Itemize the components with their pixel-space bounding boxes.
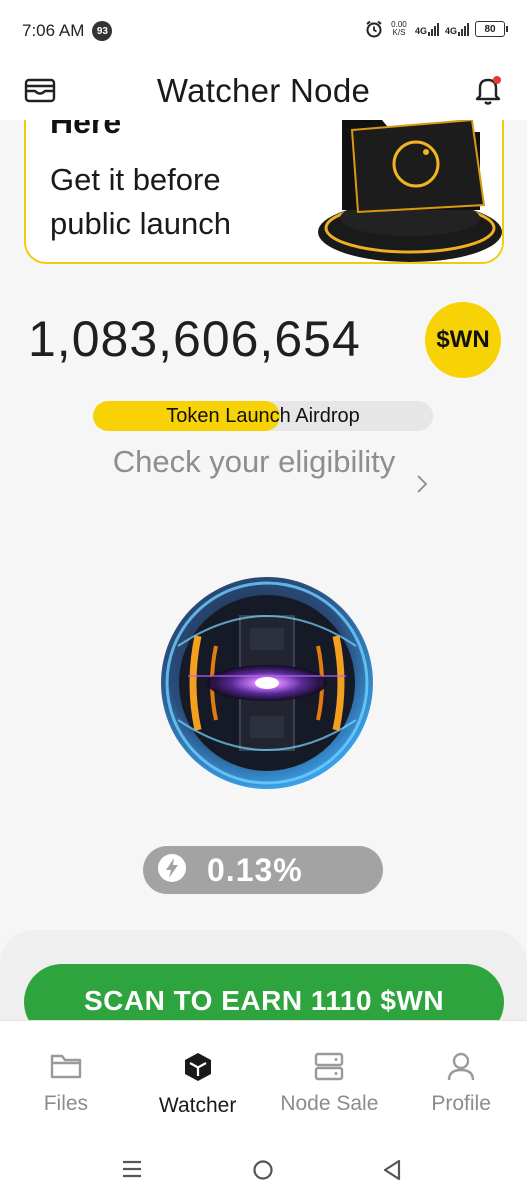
- status-icons: 0.00 K/S 4G 4G 80: [365, 20, 508, 38]
- promo-folder-image: [312, 100, 502, 262]
- system-nav-bar: [0, 1135, 527, 1200]
- balance-row: 1,083,606,654 $WN: [0, 300, 527, 380]
- nav-label-profile: Profile: [431, 1092, 491, 1115]
- alarm-icon: [365, 20, 383, 38]
- nav-item-watcher[interactable]: Watcher: [132, 1021, 264, 1135]
- balance-value: 1,083,606,654: [28, 311, 361, 367]
- check-eligibility-link[interactable]: Check your eligibility: [100, 440, 440, 530]
- signal-bars-icon: [427, 22, 439, 36]
- boost-rate-pill[interactable]: 0.13%: [143, 846, 383, 894]
- nav-label-watcher: Watcher: [158, 1094, 237, 1117]
- eligibility-text: Check your eligibility: [112, 444, 396, 479]
- user-icon: [446, 1051, 476, 1086]
- promo-text: Get it before public launch: [50, 162, 231, 241]
- nav-label-files: Files: [43, 1092, 89, 1115]
- chevron-right-icon: [416, 474, 428, 499]
- signal-bars-icon: [458, 22, 469, 36]
- boost-rate-value: 0.13%: [207, 851, 303, 888]
- nav-item-profile[interactable]: Profile: [395, 1021, 527, 1135]
- token-coin-icon: $WN: [425, 302, 501, 378]
- nav-item-node-sale[interactable]: Node Sale: [264, 1021, 396, 1135]
- bottom-nav: Files Watcher Node Sale Profile: [0, 1020, 527, 1135]
- watcher-orb-image[interactable]: [158, 576, 376, 790]
- signal-1-label: 4G: [414, 26, 427, 36]
- airdrop-progress-bar[interactable]: Token Launch Airdrop: [93, 401, 433, 431]
- folder-icon: [49, 1051, 83, 1086]
- server-icon: [314, 1051, 344, 1086]
- recent-apps-icon[interactable]: [121, 1160, 143, 1183]
- net-speed: 0.00 K/S: [389, 21, 409, 37]
- net-speed-unit: K/S: [392, 28, 406, 37]
- status-time: 7:06 AM: [22, 21, 85, 40]
- nav-item-files[interactable]: Files: [0, 1021, 132, 1135]
- lightning-bolt-icon: [157, 853, 187, 888]
- signal-strength-1: 4G: [415, 22, 439, 36]
- notification-count-badge: 93: [92, 21, 113, 41]
- cube-icon: [182, 1051, 214, 1088]
- notification-dot: [493, 76, 501, 84]
- battery-indicator: 80: [475, 21, 508, 37]
- back-icon[interactable]: [382, 1159, 402, 1186]
- home-icon[interactable]: [252, 1159, 274, 1186]
- wallet-icon[interactable]: [24, 76, 56, 109]
- app-header: Watcher Node: [0, 62, 527, 120]
- signal-2-label: 4G: [444, 26, 457, 36]
- promo-card[interactable]: Here Get it before public launch: [24, 100, 504, 264]
- page-title: Watcher Node: [156, 72, 371, 109]
- status-bar: 7:06 AM 93 0.00 K/S 4G 4G 80: [0, 0, 527, 62]
- signal-strength-2: 4G: [445, 22, 469, 36]
- bell-icon[interactable]: [473, 74, 503, 111]
- nav-label-node-sale: Node Sale: [280, 1092, 379, 1115]
- airdrop-label: Token Launch Airdrop: [166, 404, 360, 427]
